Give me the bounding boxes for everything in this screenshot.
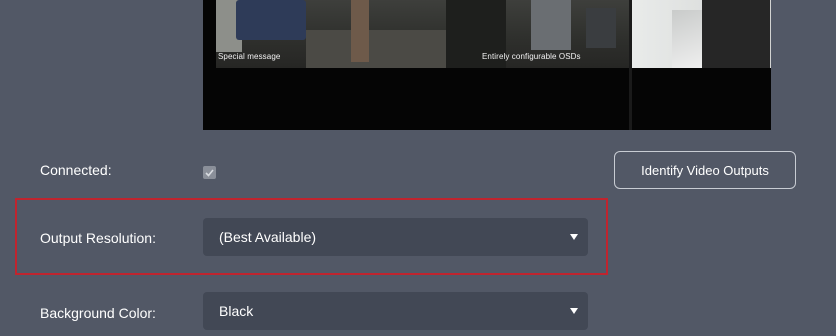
caret-down-icon (570, 234, 578, 240)
background-color-value: Black (219, 303, 254, 319)
background-color-label: Background Color: (40, 305, 156, 321)
scene-chair (236, 0, 306, 40)
check-icon (205, 168, 214, 177)
scene-dark-object (702, 0, 770, 68)
caret-down-icon (570, 308, 578, 314)
video-preview: Special message Entirely configurable OS… (203, 0, 771, 130)
camera-tile-side (632, 0, 771, 68)
connected-checkbox[interactable] (203, 166, 216, 179)
osd-configurable: Entirely configurable OSDs (482, 52, 581, 61)
connected-label: Connected: (40, 162, 112, 178)
identify-video-outputs-button[interactable]: Identify Video Outputs (614, 151, 796, 189)
scene-cabinet (531, 0, 571, 50)
scene-object (586, 8, 616, 48)
osd-special-message: Special message (218, 52, 281, 61)
scene-door (351, 0, 369, 62)
background-color-select[interactable]: Black (203, 292, 588, 330)
output-resolution-label: Output Resolution: (40, 230, 156, 246)
output-resolution-select[interactable]: (Best Available) (203, 218, 588, 256)
camera-tile-main: Special message Entirely configurable OS… (216, 0, 629, 68)
output-resolution-value: (Best Available) (219, 229, 317, 245)
